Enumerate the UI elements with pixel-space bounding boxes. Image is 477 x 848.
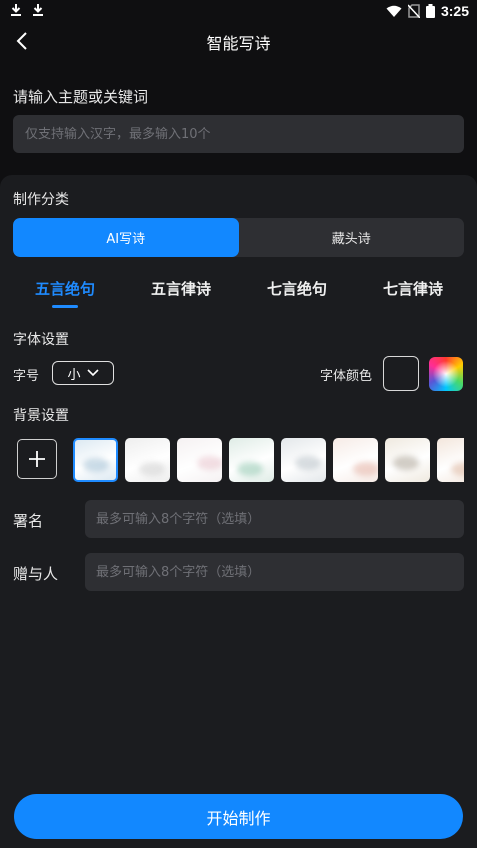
chevron-down-icon <box>86 369 99 377</box>
tab-qiyan-jueju[interactable]: 七言绝句 <box>239 278 355 299</box>
status-left <box>10 3 44 16</box>
status-bar: 3:25 <box>0 0 477 24</box>
font-size-value: 小 <box>67 367 81 383</box>
topic-label: 请输入主题或关键词 <box>13 88 149 106</box>
thumbnail-ink-wash <box>139 462 165 476</box>
tab-wuyan-jueju[interactable]: 五言绝句 <box>7 278 123 299</box>
topic-input[interactable] <box>13 115 464 153</box>
page-title: 智能写诗 <box>206 34 271 53</box>
category-segmented-control: AI写诗 藏头诗 <box>13 218 464 257</box>
background-thumbnail[interactable] <box>333 438 378 482</box>
font-color-picker-button[interactable] <box>429 357 463 391</box>
no-sim-icon <box>407 4 420 18</box>
signature-input[interactable] <box>85 500 464 538</box>
font-size-label: 字号 <box>13 369 40 384</box>
font-color-white-swatch[interactable] <box>383 356 419 391</box>
background-thumbnail-list <box>73 437 464 483</box>
thumbnail-ink-wash <box>295 456 321 470</box>
background-settings-label: 背景设置 <box>13 408 69 424</box>
font-settings-label: 字体设置 <box>13 332 69 348</box>
add-background-button[interactable] <box>17 439 57 479</box>
thumbnail-ink-wash <box>197 456 222 470</box>
active-tab-indicator <box>52 305 78 308</box>
background-thumbnail[interactable] <box>385 438 430 482</box>
thumbnail-ink-wash <box>393 456 419 470</box>
tab-qiyan-lvshi[interactable]: 七言律诗 <box>355 278 471 299</box>
font-color-label: 字体颜色 <box>320 369 373 384</box>
category-label: 制作分类 <box>13 192 69 208</box>
poem-type-tabs: 五言绝句 五言律诗 七言绝句 七言律诗 <box>0 278 477 310</box>
background-thumbnail[interactable] <box>73 438 118 482</box>
category-option-acrostic[interactable]: 藏头诗 <box>239 218 465 257</box>
thumbnail-ink-wash <box>353 462 378 476</box>
wifi-icon <box>386 5 402 18</box>
thumbnail-ink-wash <box>451 462 464 476</box>
background-thumbnail[interactable] <box>281 438 326 482</box>
status-time: 3:25 <box>440 3 469 19</box>
tab-wuyan-lvshi[interactable]: 五言律诗 <box>123 278 239 299</box>
status-right: 3:25 <box>386 3 469 19</box>
battery-icon <box>425 4 435 18</box>
recipient-label: 赠与人 <box>13 565 59 583</box>
download-icon <box>32 3 44 16</box>
recipient-input[interactable] <box>85 553 464 591</box>
thumbnail-ink-wash <box>237 462 263 476</box>
signature-label: 署名 <box>13 512 44 530</box>
font-size-dropdown[interactable]: 小 <box>52 361 114 385</box>
download-icon <box>10 3 22 16</box>
thumbnail-ink-wash <box>83 458 109 472</box>
background-thumbnail[interactable] <box>437 438 464 482</box>
category-option-ai-poem[interactable]: AI写诗 <box>13 218 239 257</box>
app-bar: 智能写诗 <box>0 24 477 58</box>
background-thumbnail[interactable] <box>229 438 274 482</box>
background-thumbnail[interactable] <box>125 438 170 482</box>
start-making-button[interactable]: 开始制作 <box>14 794 463 839</box>
background-thumbnail[interactable] <box>177 438 222 482</box>
plus-icon <box>28 450 46 468</box>
